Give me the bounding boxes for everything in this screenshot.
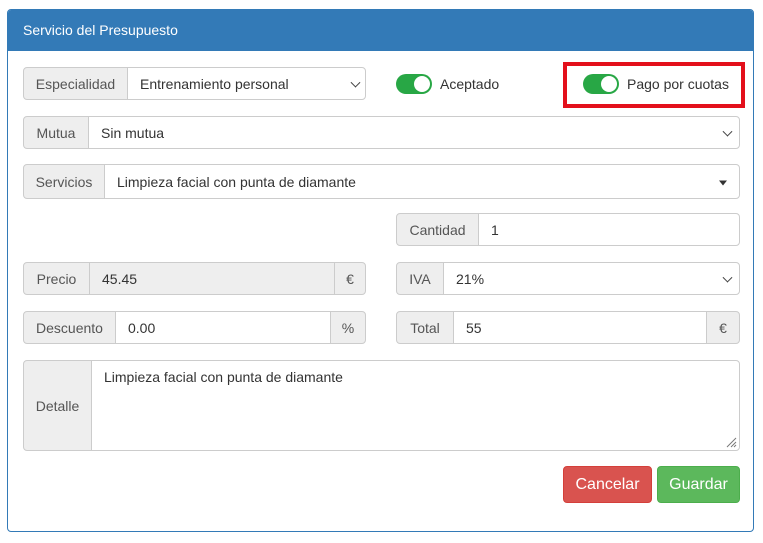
servicios-label: Servicios [23,164,105,199]
detalle-label: Detalle [23,360,92,451]
descuento-label: Descuento [23,311,116,344]
detalle-value: Limpieza facial con punta de diamante [104,369,343,385]
mutua-label: Mutua [23,116,89,149]
iva-value: 21% [456,270,485,287]
mutua-value: Sin mutua [101,124,165,141]
pago-cuotas-toggle[interactable] [583,74,619,94]
mutua-select[interactable]: Sin mutua [88,116,740,149]
total-label: Total [396,311,454,344]
toggle-knob [414,76,430,92]
especialidad-label: Especialidad [23,67,128,100]
chevron-down-icon [350,77,361,88]
especialidad-select[interactable]: Entrenamiento personal [127,67,366,100]
aceptado-label: Aceptado [440,76,500,92]
detalle-textarea[interactable]: Limpieza facial con punta de diamante [91,360,740,451]
especialidad-value: Entrenamiento personal [140,75,289,92]
precio-currency: € [334,262,366,295]
toggle-knob [601,76,617,92]
total-currency: € [706,311,740,344]
cantidad-label: Cantidad [396,213,479,246]
total-input[interactable]: 55 [453,311,707,344]
precio-label: Precio [23,262,90,295]
servicios-select[interactable]: Limpieza facial con punta de diamante [104,164,740,199]
save-button[interactable]: Guardar [657,466,740,503]
precio-input: 45.45 [89,262,335,295]
panel-title: Servicio del Presupuesto [8,10,753,51]
iva-label: IVA [396,262,444,295]
aceptado-toggle[interactable] [396,74,432,94]
servicios-value: Limpieza facial con punta de diamante [117,173,356,190]
iva-select[interactable]: 21% [443,262,740,295]
chevron-down-icon [722,126,733,137]
cancel-button[interactable]: Cancelar [563,466,652,503]
pago-cuotas-label: Pago por cuotas [627,76,729,92]
chevron-down-icon [722,272,733,283]
caret-down-icon [719,180,727,185]
resize-handle-icon[interactable] [725,436,737,448]
descuento-input[interactable]: 0.00 [115,311,331,344]
cantidad-input[interactable]: 1 [478,213,740,246]
descuento-unit: % [330,311,366,344]
